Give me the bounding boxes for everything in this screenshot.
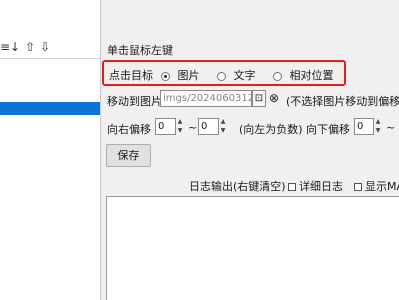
down-range-separator: ~ [386, 121, 396, 134]
right-offset-label: 向右偏移 [107, 123, 151, 136]
move-to-image-label: 移动到图片 [107, 95, 162, 108]
selected-list-item[interactable] [0, 102, 100, 115]
display-box[interactable] [354, 183, 362, 191]
negative-hint-text: (向左为负数) [239, 123, 303, 136]
down-offset-from-input[interactable]: 0 [354, 118, 374, 135]
click-target-label: 点击目标 [109, 69, 153, 82]
toolbar-divider [0, 58, 100, 59]
radio-text-label: 文字 [233, 69, 256, 82]
radio-relative-indicator[interactable] [273, 71, 282, 81]
radio-image-label: 图片 [177, 69, 200, 82]
detail-log-label: 详细日志 [299, 180, 343, 193]
right-offset-from-stepper[interactable]: ▲ ▼ [176, 118, 184, 135]
clear-icon[interactable]: ⊗ [267, 90, 281, 107]
left-toolbar: ≡↓ ⇧ ⇩ [0, 38, 100, 56]
left-pane: ≡↓ ⇧ ⇩ [0, 0, 101, 300]
right-offset-to-input[interactable]: 0 [198, 118, 219, 135]
range-separator: ~ [188, 121, 198, 134]
log-title: 日志输出(右键清空) [189, 180, 286, 193]
upload-icon[interactable]: ⇧ [25, 40, 35, 54]
radio-relative-position[interactable]: 相对位置 [273, 67, 334, 83]
right-offset-from-input[interactable]: 0 [155, 118, 176, 135]
download-icon[interactable]: ⇩ [40, 40, 50, 54]
right-offset-to-stepper[interactable]: ▲ ▼ [219, 118, 227, 135]
save-button[interactable]: 保存 [106, 144, 151, 167]
detail-log-checkbox[interactable]: 详细日志 [288, 178, 343, 194]
section-title: 单击鼠标左键 [107, 44, 173, 57]
radio-image[interactable]: 图片 [161, 67, 200, 83]
display-label: 显示MA [365, 180, 399, 193]
radio-text-indicator[interactable] [217, 71, 226, 81]
detail-log-box[interactable] [288, 183, 296, 191]
radio-relative-label: 相对位置 [289, 69, 334, 82]
settings-pane: 单击鼠标左键 点击目标 图片 文字 相对位置 移动到图片 imgs/202406… [102, 0, 399, 300]
down-offset-from-stepper[interactable]: ▲ ▼ [374, 118, 382, 135]
browse-image-icon[interactable]: ⊡ [252, 90, 266, 107]
sort-icon[interactable]: ≡↓ [0, 40, 20, 54]
move-hint-text: (不选择图片移动到偏移量 [286, 95, 399, 108]
down-offset-label: 向下偏移 [306, 123, 350, 136]
display-checkbox[interactable]: 显示MA [354, 178, 399, 194]
log-output-area[interactable] [106, 196, 399, 300]
radio-text[interactable]: 文字 [217, 67, 256, 83]
image-path-input[interactable]: imgs/202406031226 [160, 90, 252, 107]
radio-image-indicator[interactable] [161, 71, 170, 81]
